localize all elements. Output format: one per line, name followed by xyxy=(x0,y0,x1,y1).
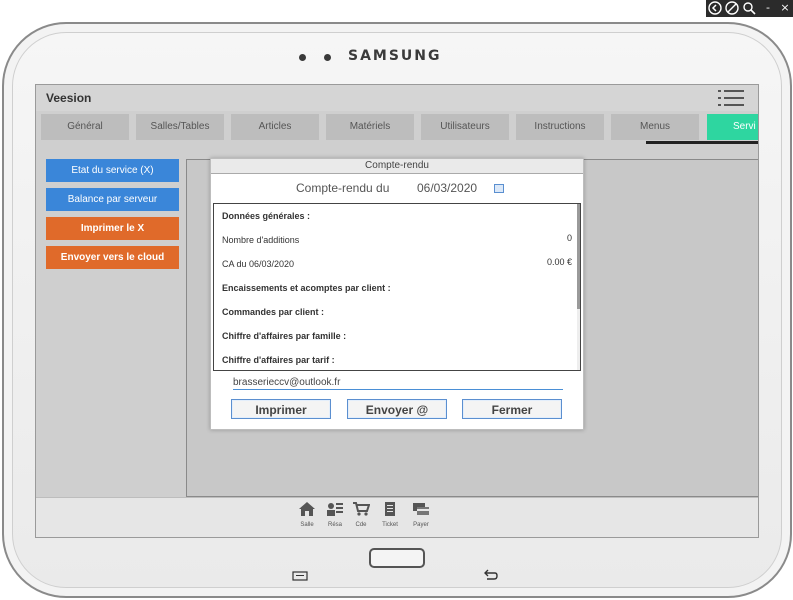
report-line: Encaissements et acomptes par client : xyxy=(222,283,391,293)
tab-utilisateurs[interactable]: Utilisateurs xyxy=(421,114,509,140)
tab-active-underline xyxy=(646,141,758,144)
nav-ticket[interactable]: Ticket xyxy=(378,501,402,528)
home-key[interactable] xyxy=(369,548,425,568)
nav-payer[interactable]: Payer xyxy=(409,501,433,528)
report-value: 0.00 € xyxy=(546,257,572,267)
tab-materiels[interactable]: Matériels xyxy=(326,114,414,140)
camera-dot xyxy=(299,54,306,61)
app-header: Veesion xyxy=(36,85,758,111)
etat-du-service-button[interactable]: Etat du service (X) xyxy=(46,159,179,182)
reservation-icon xyxy=(323,501,347,521)
window-toolbar: - × xyxy=(706,0,793,17)
close-icon[interactable]: × xyxy=(778,1,792,15)
tab-instructions[interactable]: Instructions xyxy=(516,114,604,140)
sensor-dot xyxy=(324,54,331,61)
report-date[interactable]: 06/03/2020 xyxy=(417,181,477,195)
report-line: CA du 06/03/2020 xyxy=(222,259,295,269)
nav-resa[interactable]: Résa xyxy=(323,501,347,528)
device-brand: SAMSUNG xyxy=(348,48,442,64)
nav-payer-label: Payer xyxy=(413,522,429,528)
tab-bar: Général Salles/Tables Articles Matériels… xyxy=(36,114,758,140)
report-value: 0 xyxy=(566,233,572,243)
nav-cde-label: Cde xyxy=(355,522,367,528)
nav-cde[interactable]: Cde xyxy=(349,501,373,528)
cart-icon xyxy=(349,501,373,521)
report-line: Chiffre d'affaires par tarif : xyxy=(222,355,335,365)
back-key-icon[interactable] xyxy=(483,566,499,585)
envoyer-button[interactable]: Envoyer @ xyxy=(347,399,447,419)
dialog-title: Compte-rendu xyxy=(211,159,583,174)
home-icon xyxy=(295,501,319,521)
nav-ticket-label: Ticket xyxy=(382,522,398,528)
nav-salle[interactable]: Salle xyxy=(295,501,319,528)
back-icon[interactable] xyxy=(708,1,722,15)
payment-icon xyxy=(409,501,433,521)
scroll-thumb[interactable] xyxy=(577,204,580,309)
report-line: Données générales : xyxy=(222,211,311,221)
report-scrollbar[interactable] xyxy=(577,204,580,370)
tab-menus[interactable]: Menus xyxy=(611,114,699,140)
email-input[interactable] xyxy=(233,375,563,390)
report-line: Commandes par client : xyxy=(222,307,325,317)
nav-salle-label: Salle xyxy=(300,522,314,528)
report-line: Nombre d'additions xyxy=(222,235,300,245)
tab-service[interactable]: Servi xyxy=(707,114,758,140)
fermer-button[interactable]: Fermer xyxy=(462,399,562,419)
zoom-icon[interactable] xyxy=(742,1,756,15)
tab-general[interactable]: Général xyxy=(41,114,129,140)
app-title: Veesion xyxy=(46,91,92,105)
menu-key-icon[interactable] xyxy=(292,566,308,585)
compte-rendu-dialog: Compte-rendu Compte-rendu du 06/03/2020 … xyxy=(210,158,584,430)
calendar-icon[interactable] xyxy=(494,184,504,193)
rotate-icon[interactable] xyxy=(725,1,739,15)
sidebar: Etat du service (X) Balance par serveur … xyxy=(36,147,186,497)
minimize-icon[interactable]: - xyxy=(761,1,775,15)
report-line: Chiffre d'affaires par famille : xyxy=(222,331,347,341)
tab-articles[interactable]: Articles xyxy=(231,114,319,140)
report-content[interactable]: Données générales : Nombre d'additions 0… xyxy=(213,203,581,371)
imprimer-le-x-button[interactable]: Imprimer le X xyxy=(46,217,179,240)
dialog-subtitle: Compte-rendu du xyxy=(296,181,390,195)
ticket-icon xyxy=(378,501,402,521)
envoyer-vers-cloud-button[interactable]: Envoyer vers le cloud xyxy=(46,246,179,269)
imprimer-button[interactable]: Imprimer xyxy=(231,399,331,419)
tab-salles-tables[interactable]: Salles/Tables xyxy=(136,114,224,140)
balance-par-serveur-button[interactable]: Balance par serveur xyxy=(46,188,179,211)
bottom-nav: Salle Résa Cde Ticket Payer xyxy=(36,497,758,537)
nav-resa-label: Résa xyxy=(327,522,342,528)
hamburger-menu-icon[interactable] xyxy=(718,89,744,109)
